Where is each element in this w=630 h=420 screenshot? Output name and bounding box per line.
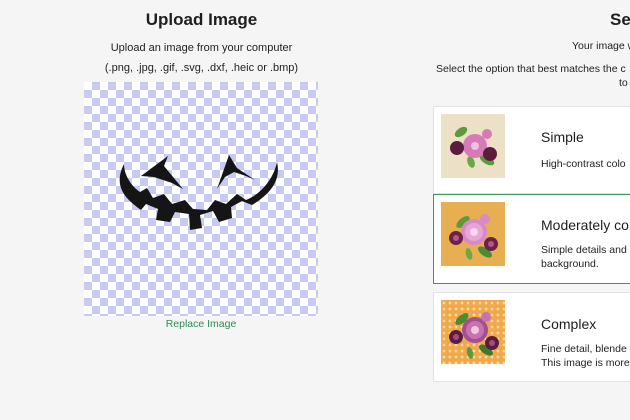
option-complex-name: Complex [541, 316, 597, 332]
select-title: Sel [610, 10, 630, 29]
option-simple[interactable]: Simple High-contrast colo [433, 106, 630, 194]
simple-flower-thumbnail [441, 114, 505, 178]
option-complex-desc-line-2: This image is more [541, 357, 630, 369]
option-complex-desc: Fine detail, blende This image is more [541, 342, 630, 370]
option-moderate-name: Moderately co [541, 217, 629, 233]
select-subtitle-line-1: Your image w [572, 40, 630, 52]
image-preview [84, 82, 318, 316]
option-complex[interactable]: Complex Fine detail, blende This image i… [433, 292, 630, 382]
option-moderate-desc-line-2: background. [541, 258, 599, 270]
option-simple-name: Simple [541, 129, 584, 145]
upload-title: Upload Image [145, 10, 258, 29]
option-moderate[interactable]: Moderately co Simple details and backgro… [433, 194, 630, 284]
moderate-flower-thumbnail [441, 202, 505, 266]
upload-formats: (.png, .jpg, .gif, .svg, .dxf, .heic or … [104, 62, 299, 74]
option-moderate-desc-line-1: Simple details and [541, 244, 627, 256]
complex-flower-thumbnail [441, 300, 505, 364]
option-moderate-desc: Simple details and background. [541, 243, 627, 271]
option-complex-desc-line-1: Fine detail, blende [541, 343, 627, 355]
jack-o-lantern-face-image [119, 155, 278, 230]
replace-image-link[interactable]: Replace Image [84, 318, 318, 330]
select-subtitle-line-3: to [619, 77, 628, 89]
upload-subtitle: Upload an image from your computer [110, 42, 293, 54]
select-subtitle-line-2: Select the option that best matches the … [436, 63, 626, 75]
option-simple-desc: High-contrast colo [541, 158, 626, 170]
